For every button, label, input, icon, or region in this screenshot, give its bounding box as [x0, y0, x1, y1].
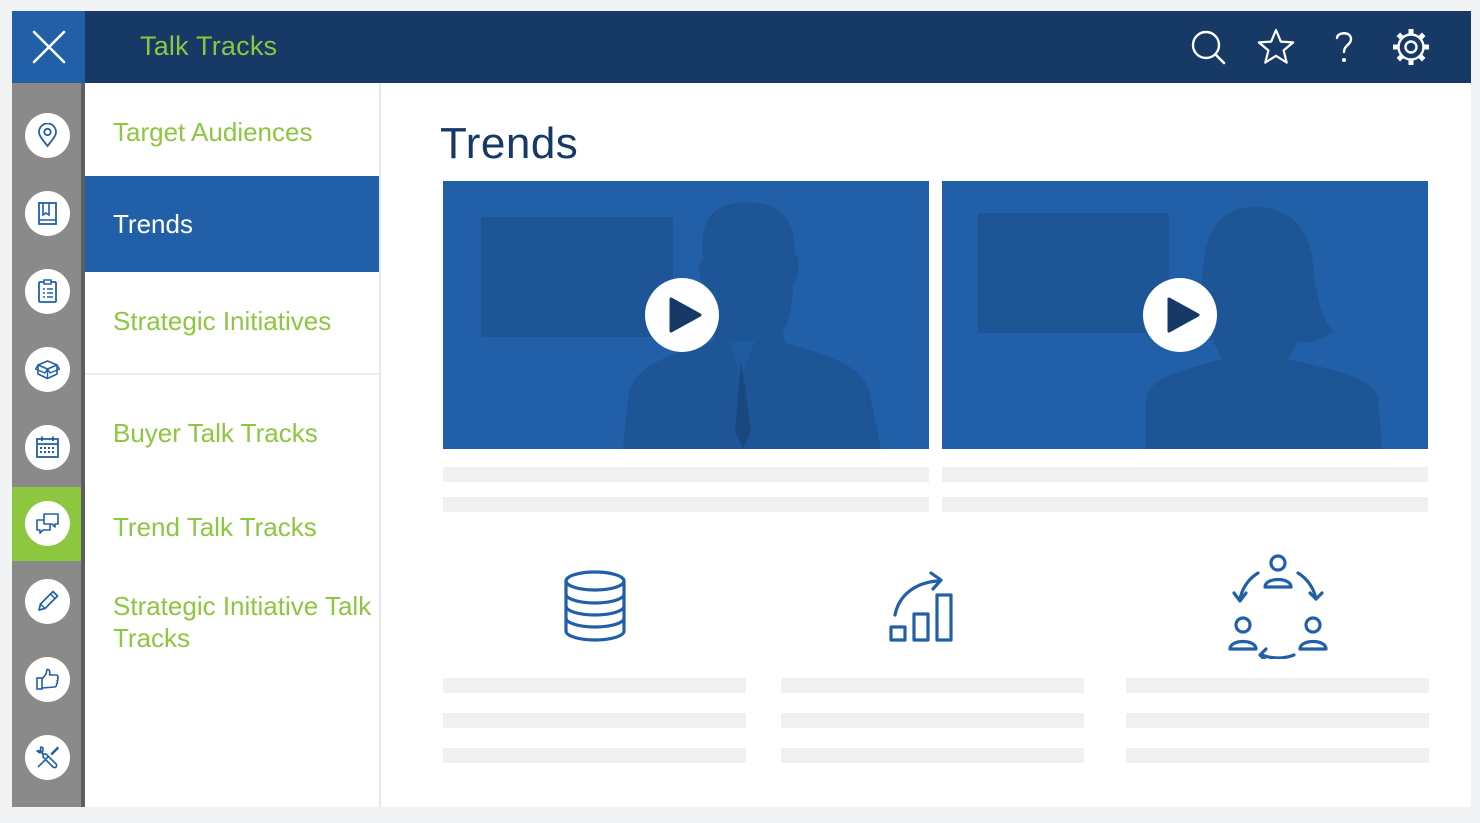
video-card[interactable] [443, 181, 929, 449]
help-icon [1335, 32, 1353, 62]
text-placeholder [443, 467, 929, 482]
top-bar: Talk Tracks [12, 11, 1471, 83]
rail-circle [25, 501, 70, 546]
rail-circle [25, 269, 70, 314]
location-pin-icon [38, 123, 57, 148]
database-icon [564, 570, 626, 642]
close-icon [32, 30, 66, 64]
text-placeholder [443, 497, 929, 512]
rail-item-calendar[interactable] [12, 411, 81, 485]
box-icon [35, 360, 60, 380]
menu-item-buyer-talk-tracks[interactable]: Buyer Talk Tracks [85, 417, 379, 449]
text-placeholder [1126, 713, 1429, 728]
growth-chart-icon [889, 571, 953, 642]
close-button[interactable] [12, 11, 85, 83]
chat-bubbles-icon [36, 513, 59, 534]
icon-rail [12, 83, 85, 807]
app-title: Talk Tracks [140, 31, 278, 61]
book-icon [38, 202, 57, 225]
text-placeholder [1126, 748, 1429, 763]
rail-circle [25, 347, 70, 392]
page-title: Trends [440, 119, 579, 168]
rail-item-feedback[interactable] [12, 643, 81, 717]
menu-item-target-audiences[interactable]: Target Audiences [85, 116, 379, 148]
menu-item-strategic-initiative-talk-tracks[interactable]: Strategic Initiative Talk Tracks [85, 590, 375, 654]
rail-circle [25, 579, 70, 624]
text-placeholder [443, 748, 746, 763]
rail-item-library[interactable] [12, 177, 81, 251]
settings-button[interactable] [1391, 27, 1431, 67]
rail-circle [25, 191, 70, 236]
rail-circle [25, 735, 70, 780]
text-placeholder [942, 497, 1428, 512]
clipboard-list-icon [38, 279, 57, 303]
menu-divider [85, 373, 379, 375]
favorites-button[interactable] [1256, 27, 1296, 67]
search-button[interactable] [1188, 27, 1228, 67]
app-window: Talk Tracks Target Audiences Trends Stra… [12, 11, 1471, 807]
rail-circle [25, 113, 70, 158]
tools-icon [36, 746, 59, 769]
thumbs-up-icon [36, 668, 59, 690]
rail-item-talk-tracks[interactable] [12, 487, 81, 561]
rail-item-checklist[interactable] [12, 255, 81, 329]
search-icon [1191, 30, 1226, 65]
play-button[interactable] [1143, 278, 1217, 352]
rail-circle [25, 657, 70, 702]
star-icon [1257, 28, 1295, 64]
menu-item-trend-talk-tracks[interactable]: Trend Talk Tracks [85, 511, 379, 543]
pencil-icon [38, 590, 59, 611]
rail-item-locations[interactable] [12, 99, 81, 173]
rail-circle [25, 425, 70, 470]
video-card[interactable] [942, 181, 1428, 449]
text-placeholder [443, 678, 746, 693]
rail-item-products[interactable] [12, 333, 81, 407]
text-placeholder [781, 713, 1084, 728]
text-placeholder [1126, 678, 1429, 693]
menu-item-strategic-initiatives[interactable]: Strategic Initiatives [85, 305, 379, 337]
play-icon [1167, 297, 1200, 333]
gear-icon [1393, 29, 1429, 65]
help-button[interactable] [1324, 27, 1364, 67]
text-placeholder [443, 713, 746, 728]
rail-item-tools[interactable] [12, 721, 81, 795]
text-placeholder [781, 678, 1084, 693]
team-cycle-icon [1228, 554, 1328, 659]
play-icon [669, 297, 702, 333]
menu-item-trends[interactable]: Trends [85, 176, 379, 272]
text-placeholder [781, 748, 1084, 763]
rail-item-notes[interactable] [12, 565, 81, 639]
section-menu: Target Audiences Trends Strategic Initia… [85, 83, 381, 807]
main-content: Trends [382, 83, 1471, 807]
calendar-icon [36, 436, 59, 458]
play-button[interactable] [645, 278, 719, 352]
text-placeholder [942, 467, 1428, 482]
